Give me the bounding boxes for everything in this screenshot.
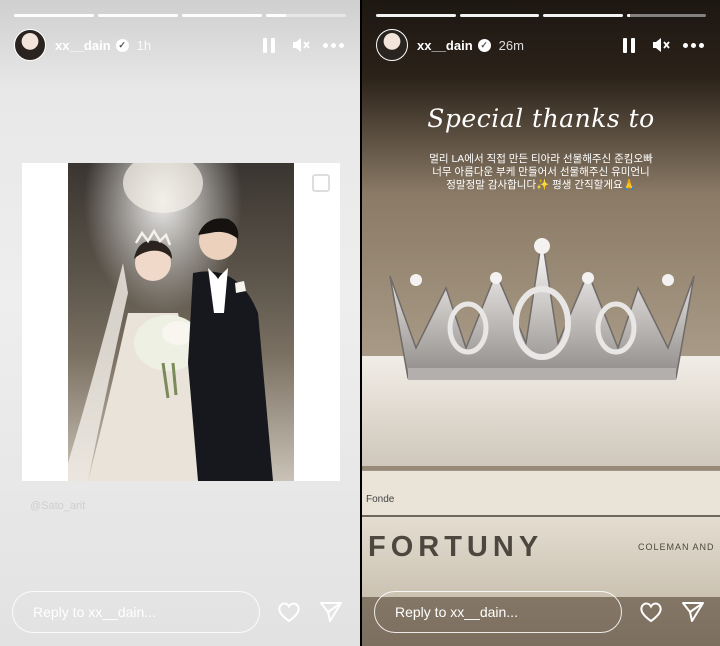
- send-icon[interactable]: [318, 599, 344, 625]
- reply-input[interactable]: Reply to xx__dain...: [374, 591, 622, 633]
- story-message: 멀리 LA에서 직접 만든 티아라 선물해주신 준킴오빠 너무 아름다운 부케 …: [362, 153, 720, 192]
- avatar[interactable]: [376, 29, 408, 61]
- username[interactable]: xx__dain: [55, 38, 111, 53]
- reposted-post-card[interactable]: [22, 163, 340, 481]
- book: [362, 470, 720, 515]
- story-header: xx__dain ✓ 26m: [376, 28, 706, 62]
- message-line: 정말정말 감사합니다✨ 평생 간직할게요🙏: [446, 179, 636, 191]
- story-progress-bar: [14, 14, 346, 17]
- progress-segment: [459, 14, 539, 17]
- message-line: 멀리 LA에서 직접 만든 티아라 선물해주신 준킴오빠: [429, 153, 653, 165]
- avatar[interactable]: [14, 29, 46, 61]
- pause-icon[interactable]: [256, 32, 282, 58]
- message-line: 너무 아름다운 부케 만들어서 선물해주신 유미언니: [432, 166, 650, 178]
- username[interactable]: xx__dain: [417, 38, 473, 53]
- send-icon[interactable]: [680, 599, 706, 625]
- time-ago: 26m: [498, 37, 524, 53]
- wedding-photo: [68, 163, 294, 481]
- more-icon[interactable]: [680, 32, 706, 58]
- tiara-image: [389, 237, 695, 380]
- progress-segment: [376, 14, 456, 17]
- verified-badge-icon: ✓: [115, 38, 129, 52]
- mute-icon[interactable]: [648, 32, 674, 58]
- heart-icon[interactable]: [276, 599, 302, 625]
- progress-segment: [98, 14, 178, 17]
- mute-icon[interactable]: [288, 32, 314, 58]
- book-spine-text: Fonde: [366, 494, 395, 505]
- progress-segment-current: [626, 14, 706, 17]
- story-panel-left[interactable]: xx__dain ✓ 1h @Sato_arit Reply to xx__da…: [0, 0, 360, 646]
- progress-segment: [14, 14, 94, 17]
- progress-segment: [182, 14, 262, 17]
- story-title-text: Special thanks to: [427, 104, 655, 133]
- book-title: FORTUNY: [368, 531, 544, 563]
- verified-badge-icon: ✓: [477, 38, 491, 52]
- progress-segment-current: [266, 14, 346, 17]
- time-ago: 1h: [136, 37, 152, 53]
- book-author: COLEMAN AND: [638, 542, 715, 552]
- story-progress-bar: [376, 14, 706, 17]
- multi-photo-icon: [312, 174, 330, 192]
- more-icon[interactable]: [320, 32, 346, 58]
- reply-input[interactable]: Reply to xx__dain...: [12, 591, 260, 633]
- story-footer: Reply to xx__dain...: [12, 590, 346, 634]
- pause-icon[interactable]: [616, 32, 642, 58]
- photo-credit: @Sato_arit: [30, 500, 86, 512]
- story-header: xx__dain ✓ 1h: [14, 28, 346, 62]
- progress-segment: [543, 14, 623, 17]
- story-panel-right[interactable]: xx__dain ✓ 26m Special thanks to 멀리 LA에서…: [362, 0, 720, 646]
- story-footer: Reply to xx__dain...: [374, 590, 706, 634]
- heart-icon[interactable]: [638, 599, 664, 625]
